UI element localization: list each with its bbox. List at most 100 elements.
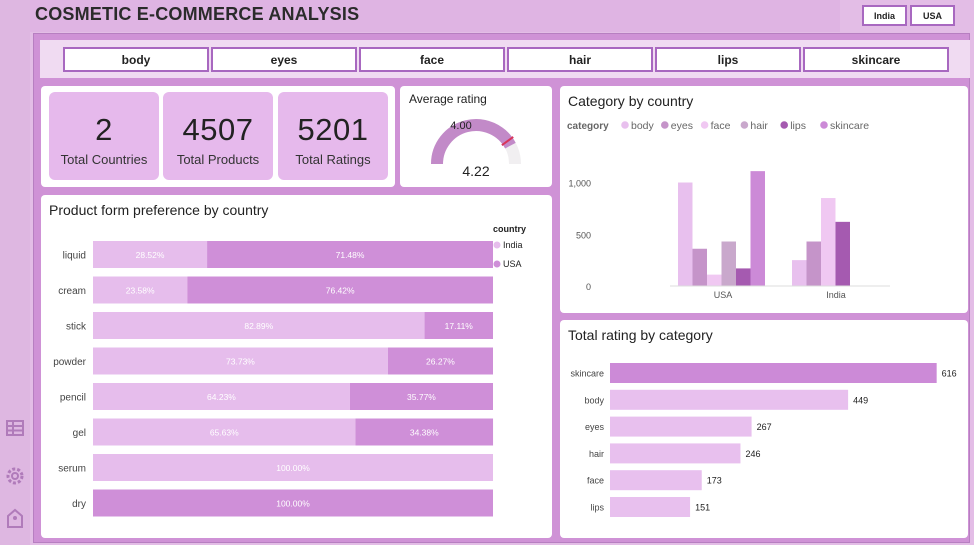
rating-value-label: 151 <box>695 503 710 513</box>
left-sidebar <box>0 0 30 545</box>
form-legend-label: USA <box>503 259 522 269</box>
category-bar-lips <box>835 221 850 286</box>
category-y-tick: 500 <box>576 230 591 240</box>
chip-eyes[interactable]: eyes <box>211 47 357 72</box>
kpi-total-countries: 2 Total Countries <box>49 92 159 180</box>
category-bar-eyes <box>806 241 821 286</box>
category-legend-marker <box>820 121 828 129</box>
category-x-tick: USA <box>714 290 733 300</box>
category-bar-face <box>821 198 836 286</box>
category-legend-marker <box>661 121 669 129</box>
kpi-label: Total Countries <box>60 152 148 167</box>
chip-skincare[interactable]: skincare <box>803 47 949 72</box>
category-bar-skincare <box>750 171 765 286</box>
form-category-label: gel <box>73 428 86 439</box>
form-bar-label: 28.52% <box>136 250 165 260</box>
chip-lips[interactable]: lips <box>655 47 801 72</box>
chip-hair[interactable]: hair <box>507 47 653 72</box>
rating-category-label: face <box>587 476 604 486</box>
rating-bar <box>610 497 691 517</box>
form-legend-marker <box>493 241 501 249</box>
category-bar-body <box>678 182 693 286</box>
category-legend-marker <box>621 121 629 129</box>
rating-bar <box>610 443 741 464</box>
form-bar-label: 73.73% <box>226 357 255 367</box>
rating-bar <box>610 363 937 383</box>
form-legend-label: India <box>503 240 523 250</box>
rating-value-label: 173 <box>707 476 722 486</box>
form-bar-label: 26.27% <box>426 357 455 367</box>
rating-category-chart: skincare 616 body 449 eyes 267 hair 246 face 173 l… <box>570 363 957 517</box>
rating-category-label: lips <box>590 503 604 513</box>
rating-category-label: body <box>584 395 604 405</box>
category-legend-marker <box>700 121 709 129</box>
page-title: COSMETIC E-COMMERCE ANALYSIS <box>35 4 360 24</box>
rating-category-label: eyes <box>585 422 605 432</box>
category-legend-marker <box>780 121 788 129</box>
form-bar-label: 34.38% <box>410 428 439 438</box>
rating-bar <box>610 470 702 491</box>
form-bar-label: 35.77% <box>407 392 436 402</box>
rating-bar <box>610 416 752 437</box>
form-bar-label: 71.48% <box>336 250 365 260</box>
category-legend-label: hair <box>750 120 768 132</box>
gauge-chart: 4.00 4.22 <box>431 119 521 179</box>
form-legend-marker <box>493 260 501 268</box>
form-bar-label: 100.00% <box>276 463 310 473</box>
rating-bar <box>610 389 849 410</box>
form-category-label: pencil <box>60 393 86 404</box>
category-legend-marker <box>740 121 749 129</box>
category-bar-body <box>792 260 807 286</box>
form-bar-label: 65.63% <box>210 428 239 438</box>
category-y-tick: 1,000 <box>568 179 591 189</box>
kpi-value: 5201 <box>297 112 369 147</box>
gauge-value-label: 4.22 <box>462 163 489 179</box>
rating-category-label: hair <box>589 449 604 459</box>
category-legend-label: eyes <box>671 120 693 132</box>
chip-face[interactable]: face <box>359 47 505 72</box>
rating-category-label: skincare <box>570 369 604 379</box>
form-bar-label: 17.11% <box>445 321 474 331</box>
table-icon[interactable] <box>3 416 27 440</box>
gauge-panel: Average rating 4.00 4.22 <box>400 86 552 187</box>
country-button-india[interactable]: India <box>862 5 907 26</box>
form-bar-label: 64.23% <box>207 392 236 402</box>
gauge-fill <box>431 119 516 165</box>
form-legend-title: country <box>493 224 526 234</box>
rating-value-label: 267 <box>757 422 772 432</box>
category-legend-label: lips <box>790 120 806 132</box>
kpi-label: Total Ratings <box>295 152 371 167</box>
kpi-total-ratings: 5201 Total Ratings <box>278 92 388 180</box>
rating-value-label: 616 <box>942 369 957 379</box>
category-bar-face <box>707 274 722 286</box>
tag-icon[interactable] <box>3 506 27 530</box>
kpi-label: Total Products <box>176 152 260 167</box>
gear-icon[interactable] <box>3 464 27 488</box>
category-bar-eyes <box>692 248 707 286</box>
gauge-target-label: 4.00 <box>450 120 471 132</box>
rating-value-label: 449 <box>853 395 868 405</box>
form-category-label: dry <box>72 499 86 510</box>
product-form-panel: Product form preference by country liqui… <box>41 195 552 538</box>
product-form-chart: liquid 28.52% 71.48% cream 23.58% 76.42% stick… <box>53 224 526 517</box>
form-category-label: stick <box>66 322 87 333</box>
category-legend-title: category <box>567 121 609 132</box>
category-y-tick: 0 <box>586 282 591 292</box>
category-x-tick: India <box>826 290 846 300</box>
chip-body[interactable]: body <box>63 47 209 72</box>
category-legend-label: body <box>631 120 655 132</box>
rating-value-label: 246 <box>745 449 760 459</box>
form-category-label: cream <box>58 286 86 297</box>
category-legend-label: face <box>711 120 731 132</box>
form-bar-label: 23.58% <box>126 286 155 296</box>
form-category-label: powder <box>53 357 86 368</box>
category-country-chart: 0 500 1,000 category body eyes face hair lips ski… <box>567 120 890 300</box>
country-button-usa[interactable]: USA <box>910 5 955 26</box>
form-bar-label: 76.42% <box>326 286 355 296</box>
form-bar-label: 100.00% <box>276 499 310 509</box>
form-category-label: serum <box>58 464 86 475</box>
rating-category-panel: Total rating by category skincare 616 body… <box>560 320 968 538</box>
kpi-value: 4507 <box>182 112 254 147</box>
form-category-label: liquid <box>63 251 86 262</box>
kpi-total-products: 4507 Total Products <box>163 92 273 180</box>
